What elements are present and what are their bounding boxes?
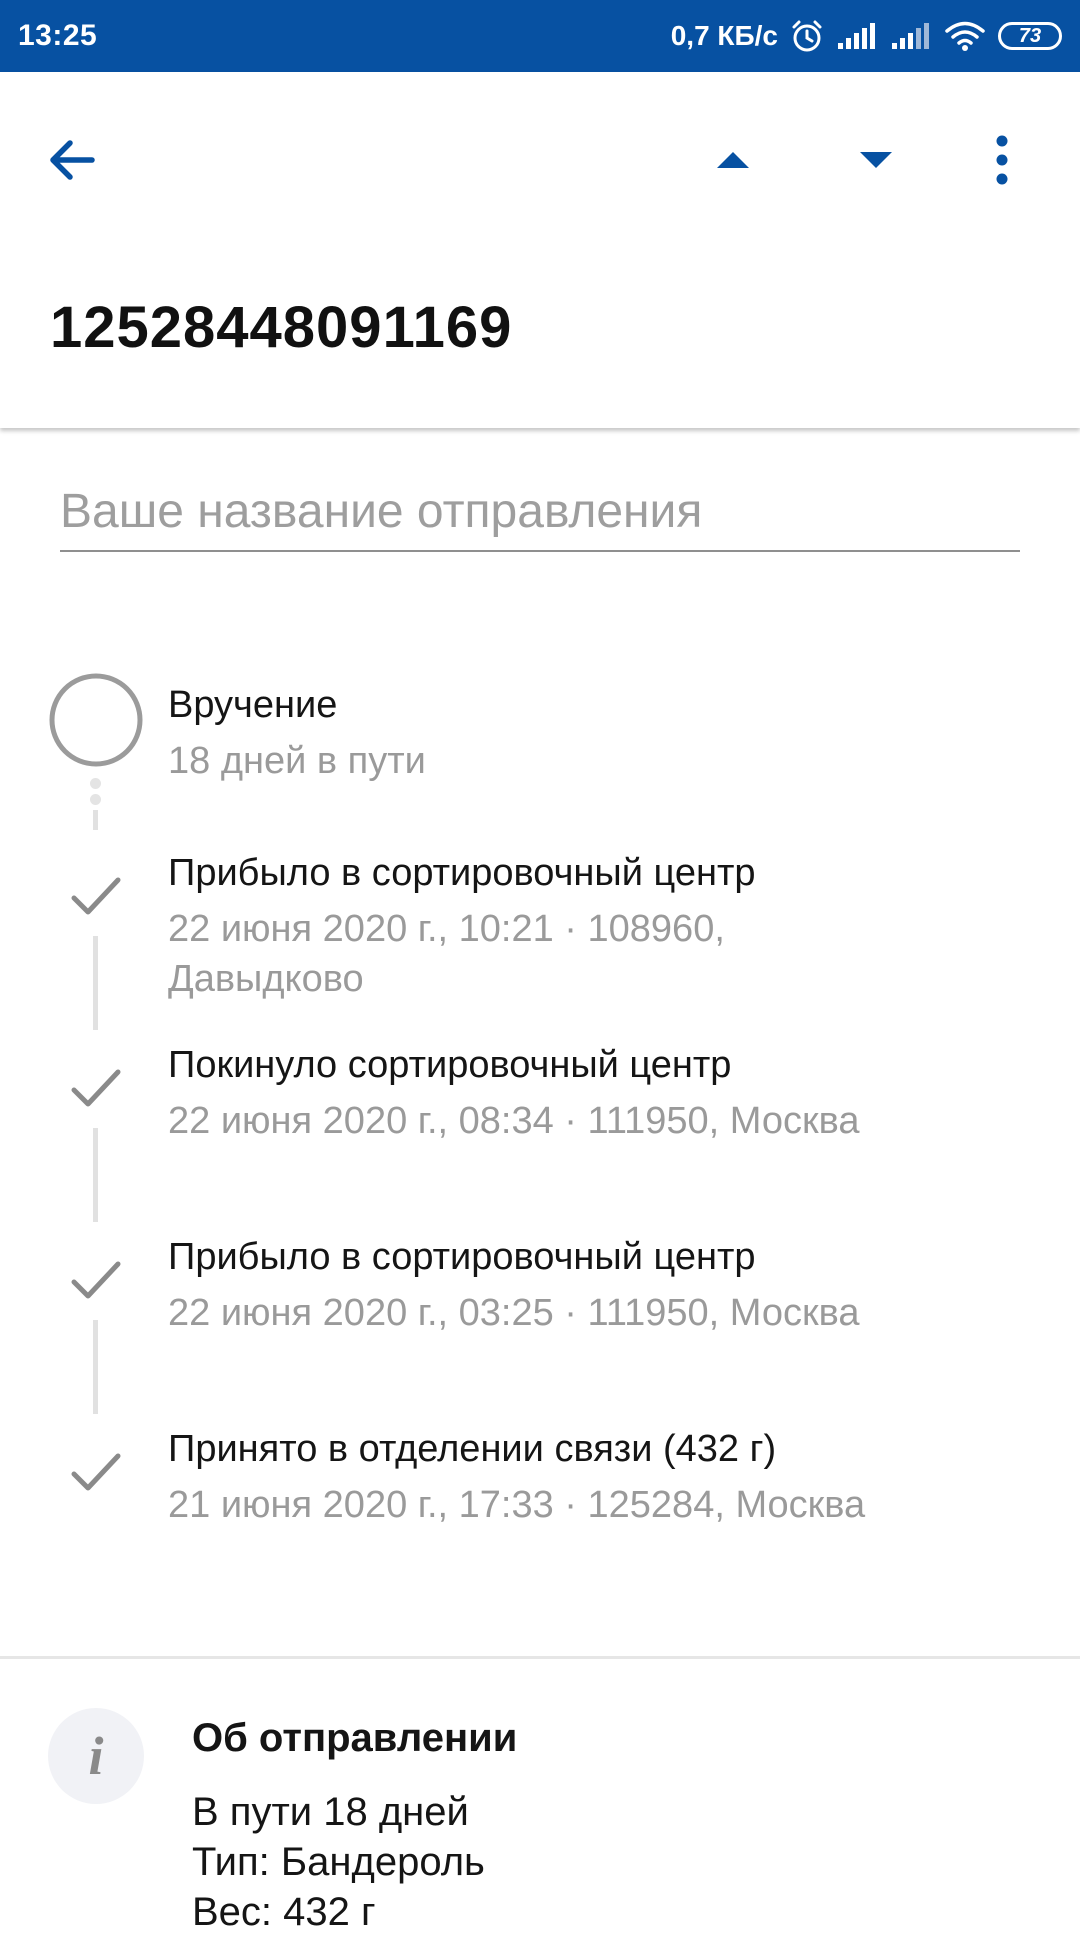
tracking-number: 12528448091169 [50,295,513,360]
status-bar: 13:25 0,7 КБ/с 73 [0,0,1080,72]
alarm-icon [790,19,824,53]
more-vert-icon [996,135,1008,185]
info-line: Вес: 432 г [192,1890,376,1934]
event-title: Прибыло в сортировочный центр [168,1236,756,1278]
event-title: Вручение [168,684,338,726]
battery-icon: 73 [998,22,1062,50]
event-title: Принято в отделении связи (432 г) [168,1428,777,1470]
info-line: В пути 18 дней [192,1790,469,1834]
check-icon [68,1060,124,1116]
timeline-connector [93,1128,98,1222]
check-icon [68,868,124,924]
previous-item-button[interactable] [685,112,781,208]
check-icon [68,1444,124,1500]
event-subtitle: 18 дней в пути [168,740,426,782]
timeline-connector [93,936,98,1030]
back-button[interactable] [24,112,120,208]
back-arrow-icon [50,140,95,180]
shipment-name-input[interactable] [60,480,1020,552]
battery-level: 73 [1018,24,1042,47]
status-time: 13:25 [18,19,98,52]
check-icon [68,1252,124,1308]
signal-icon [836,21,878,51]
event-subtitle: 22 июня 2020 г., 10:21 · 108960, Давыдко… [168,908,725,1000]
triangle-up-icon [717,152,749,168]
info-line: Тип: Бандероль [192,1840,485,1884]
timeline-dot [90,778,101,789]
status-indicators: 0,7 КБ/с 73 [671,19,1062,53]
event-subtitle: 22 июня 2020 г., 03:25 · 111950, Москва [168,1292,860,1334]
event-title: Прибыло в сортировочный центр [168,852,756,894]
more-options-button[interactable] [954,112,1050,208]
pending-circle-icon [48,672,144,768]
timeline-connector [93,1320,98,1414]
event-title: Покинуло сортировочный центр [168,1044,732,1086]
info-icon-glyph: i [88,1726,104,1786]
wifi-icon [944,20,986,52]
info-section-title: Об отправлении [192,1716,518,1760]
app-header: 12528448091169 [0,72,1080,428]
event-subtitle: 22 июня 2020 г., 08:34 · 111950, Москва [168,1100,860,1142]
triangle-down-icon [860,152,892,168]
signal-icon [890,21,932,51]
timeline-dot [90,794,101,805]
info-icon: i [48,1708,144,1804]
timeline-connector [93,810,98,830]
next-item-button[interactable] [828,112,924,208]
event-subtitle: 21 июня 2020 г., 17:33 · 125284, Москва [168,1484,866,1526]
section-divider [0,1656,1080,1659]
network-speed: 0,7 КБ/с [670,20,778,51]
tracking-timeline: Вручение 18 дней в пути Прибыло в сортир… [0,660,1080,1540]
